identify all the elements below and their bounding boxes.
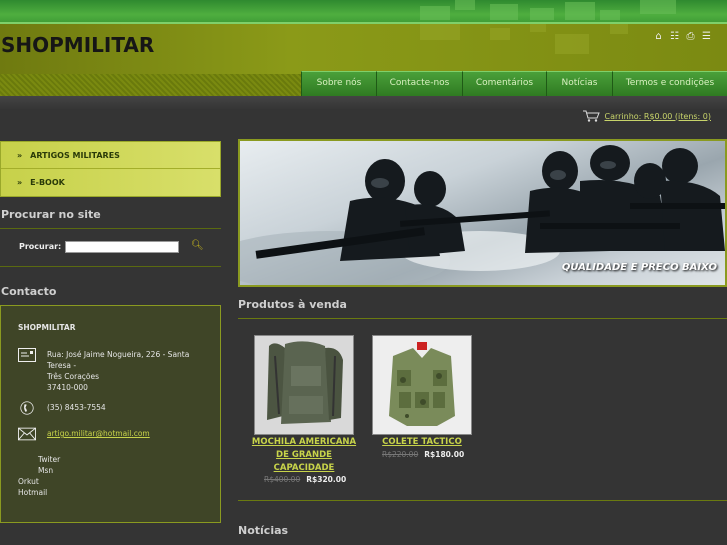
address-line: Teresa -: [47, 361, 77, 370]
product-price: R$400.00 R$320.00: [264, 475, 346, 484]
divider: [0, 228, 221, 229]
cart[interactable]: Carrinho: R$0.00 (itens: 0): [583, 110, 711, 122]
header-shadow: [0, 96, 727, 110]
social-link-orkut[interactable]: Orkut: [18, 476, 39, 487]
main-navigation: Sobre nós Contacte-nos Comentários Notíc…: [301, 71, 727, 96]
category-label: ARTIGOS MILITARES: [30, 150, 120, 160]
category-menu: » ARTIGOS MILITARES » E-BOOK: [0, 141, 221, 197]
contact-box: SHOPMILITAR Rua: José Jaime Nogueira, 22…: [0, 305, 221, 523]
home-icon[interactable]: ⌂: [652, 31, 665, 42]
cart-icon: [583, 110, 601, 122]
address-line: Rua: José Jaime Nogueira, 226 - Santa: [47, 350, 190, 359]
nav-item-sobre[interactable]: Sobre nós: [301, 71, 376, 96]
product-image-colete[interactable]: [372, 335, 472, 435]
old-price: R$220.00: [382, 450, 419, 459]
product-name-link[interactable]: MOCHILA AMERICANA DE GRANDE CAPACIDADE: [246, 436, 362, 475]
double-chevron-icon: »: [17, 178, 23, 187]
product-price: R$220.00 R$180.00: [382, 450, 464, 459]
divider: [238, 318, 727, 319]
backpack-image: [255, 336, 353, 434]
nav-item-noticias[interactable]: Notícias: [546, 71, 612, 96]
nav-item-termos[interactable]: Termos e condições: [612, 71, 727, 96]
nav-item-contacte[interactable]: Contacte-nos: [376, 71, 462, 96]
site-title[interactable]: SHOPMILITAR: [1, 33, 154, 57]
product-image-mochila[interactable]: [254, 335, 354, 435]
address-line: 37410-000: [47, 383, 88, 392]
category-item-ebook[interactable]: » E-BOOK: [1, 169, 220, 196]
category-item-artigos[interactable]: » ARTIGOS MILITARES: [1, 142, 220, 169]
products-heading: Produtos à venda: [238, 298, 347, 311]
contact-name: SHOPMILITAR: [18, 323, 76, 332]
product-name-line: CAPACIDADE: [273, 463, 335, 473]
current-price: R$180.00: [424, 450, 465, 459]
product-name-line: MOCHILA AMERICANA: [251, 437, 357, 447]
search-input[interactable]: [65, 241, 179, 253]
sitemap-icon[interactable]: ☷: [668, 31, 681, 42]
current-price: R$320.00: [306, 475, 347, 484]
address-line: Três Corações: [47, 372, 100, 381]
top-icons: ⌂ ☷ ⎙ ☰: [652, 31, 713, 42]
phone-icon: [20, 401, 34, 415]
search-icon[interactable]: 🔍︎: [191, 240, 204, 252]
hero-banner: QUALIDADE E PRECO BAIXO: [238, 139, 727, 287]
contact-phone: (35) 8453-7554: [47, 403, 106, 412]
email-icon: [18, 427, 36, 441]
news-heading: Notícias: [238, 524, 289, 537]
contact-email-link[interactable]: artigo.militar@hotmail.com: [47, 428, 150, 439]
social-link-hotmail[interactable]: Hotmail: [18, 487, 47, 498]
vest-image: [373, 336, 471, 434]
product-name-line: COLETE TACTICO: [382, 437, 462, 447]
search-label: Procurar:: [19, 242, 62, 251]
rss-icon[interactable]: ☰: [700, 31, 713, 42]
social-link-msn[interactable]: Msn: [38, 465, 53, 476]
divider: [0, 266, 221, 267]
print-icon[interactable]: ⎙: [684, 31, 697, 42]
divider: [238, 500, 727, 501]
banner-caption: QUALIDADE E PRECO BAIXO: [561, 262, 717, 273]
search-heading: Procurar no site: [1, 208, 101, 221]
old-price: R$400.00: [264, 475, 301, 484]
page: SHOPMILITAR ⌂ ☷ ⎙ ☰ Sobre nós Contacte-n…: [0, 0, 727, 545]
nav-item-comentarios[interactable]: Comentários: [462, 71, 546, 96]
double-chevron-icon: »: [17, 150, 23, 160]
contact-heading: Contacto: [1, 285, 57, 298]
cart-link[interactable]: Carrinho: R$0.00 (itens: 0): [604, 112, 711, 121]
product-name-line: DE GRANDE: [276, 450, 332, 460]
address-card-icon: [18, 348, 36, 362]
category-label: E-BOOK: [30, 178, 65, 187]
social-link-twiter[interactable]: Twiter: [38, 454, 60, 465]
product-name-link[interactable]: COLETE TACTICO: [372, 436, 472, 449]
top-decorative-band: [0, 0, 727, 24]
